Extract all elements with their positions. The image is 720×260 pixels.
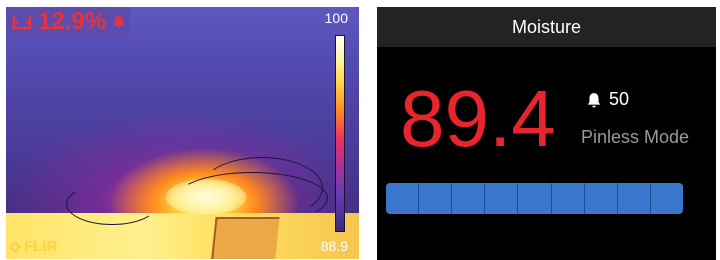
bell-icon [587, 92, 601, 107]
moisture-panel: Moisture 89.4 50 Pinless Mode [377, 7, 716, 260]
thermal-reading-box: 12.9% [6, 7, 130, 37]
bar-segment [518, 183, 552, 214]
temperature-scale-bar [335, 35, 345, 232]
scale-max-label: 100 [324, 10, 348, 26]
measurement-mode: Pinless Mode [581, 127, 690, 147]
alarm-threshold-value: 50 [609, 89, 630, 109]
bar-segment [419, 183, 453, 214]
moisture-meter-icon [12, 16, 32, 30]
flir-diamond-icon [9, 240, 21, 253]
thermal-moisture-reading: 12.9% [38, 8, 107, 35]
panel-title: Moisture [377, 7, 716, 47]
flir-logo-text: FLIR [24, 238, 58, 255]
moisture-value: 89.4 [400, 74, 556, 163]
scale-min-label: 88.9 [320, 238, 348, 254]
bar-segment [618, 183, 651, 214]
bar-segment [452, 183, 486, 214]
bar-segment [485, 183, 519, 214]
flir-logo: FLIR [8, 238, 57, 255]
thermal-cable-outline [66, 183, 158, 225]
bell-icon [113, 16, 125, 29]
thermal-image-view [6, 7, 359, 259]
bar-segment [552, 183, 585, 214]
alarm-threshold: 50 [586, 89, 629, 110]
bar-segment [651, 183, 683, 214]
moisture-bar-graph [386, 183, 683, 214]
thermal-cable-outline [176, 172, 328, 224]
bar-segment [386, 183, 420, 214]
bar-segment [585, 183, 618, 214]
